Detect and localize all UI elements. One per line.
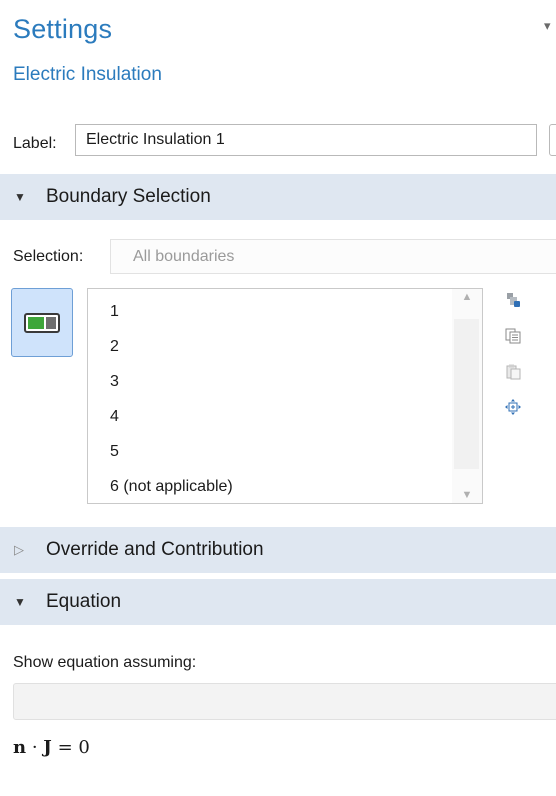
formula-dot: · (31, 737, 38, 758)
paste-selection-icon[interactable] (505, 292, 521, 308)
section-title: Equation (46, 591, 122, 612)
list-item[interactable]: 5 (88, 434, 452, 469)
equation-study-combo[interactable] (13, 683, 556, 720)
clear-selection-icon[interactable] (505, 364, 521, 380)
selection-listbox[interactable]: 1 2 3 4 5 6 (not applicable) ▲ ▼ (87, 288, 483, 504)
toggle-switch-icon (24, 312, 60, 333)
label-input[interactable]: Electric Insulation 1 (75, 124, 537, 156)
formula-n: n (13, 737, 27, 758)
collapsed-triangle-icon: ▷ (14, 542, 24, 557)
label-caption: Label: (13, 135, 57, 152)
scroll-thumb[interactable] (454, 319, 479, 469)
toggle-on-fill (28, 316, 44, 329)
selection-caption: Selection: (13, 248, 84, 265)
list-scrollbar[interactable]: ▲ ▼ (452, 289, 482, 503)
equation-formula: n · J = 0 (13, 737, 90, 758)
list-item[interactable]: 4 (88, 399, 452, 434)
section-title: Boundary Selection (46, 186, 211, 207)
settings-title: Settings (13, 14, 113, 44)
selection-list: 1 2 3 4 5 6 (not applicable) (88, 289, 452, 503)
active-toggle-button[interactable] (11, 288, 73, 357)
section-boundary-selection[interactable]: ▼ Boundary Selection (0, 174, 556, 220)
show-equation-caption: Show equation assuming: (13, 654, 197, 671)
list-item[interactable]: 6 (not applicable) (88, 469, 452, 503)
section-equation[interactable]: ▼ Equation (0, 579, 556, 625)
expanded-triangle-icon: ▼ (14, 190, 26, 204)
scroll-down-icon[interactable]: ▼ (452, 489, 482, 501)
list-item[interactable]: 3 (88, 364, 452, 399)
section-override-contribution[interactable]: ▷ Override and Contribution (0, 527, 556, 573)
section-title: Override and Contribution (46, 539, 264, 560)
scroll-up-icon[interactable]: ▲ (452, 291, 482, 303)
formula-j: J (43, 737, 52, 758)
node-type-subtitle: Electric Insulation (13, 64, 162, 85)
list-item[interactable]: 2 (88, 329, 452, 364)
chevron-down-icon[interactable]: ▾ (544, 18, 551, 34)
toggle-knob (45, 316, 56, 329)
formula-equals: = 0 (57, 737, 90, 758)
reset-label-button[interactable] (549, 124, 556, 156)
list-item[interactable]: 1 (88, 294, 452, 329)
expanded-triangle-icon: ▼ (14, 595, 26, 609)
selection-combo[interactable]: All boundaries (110, 239, 556, 274)
zoom-to-selection-icon[interactable] (505, 399, 521, 415)
copy-selection-icon[interactable] (505, 328, 521, 344)
